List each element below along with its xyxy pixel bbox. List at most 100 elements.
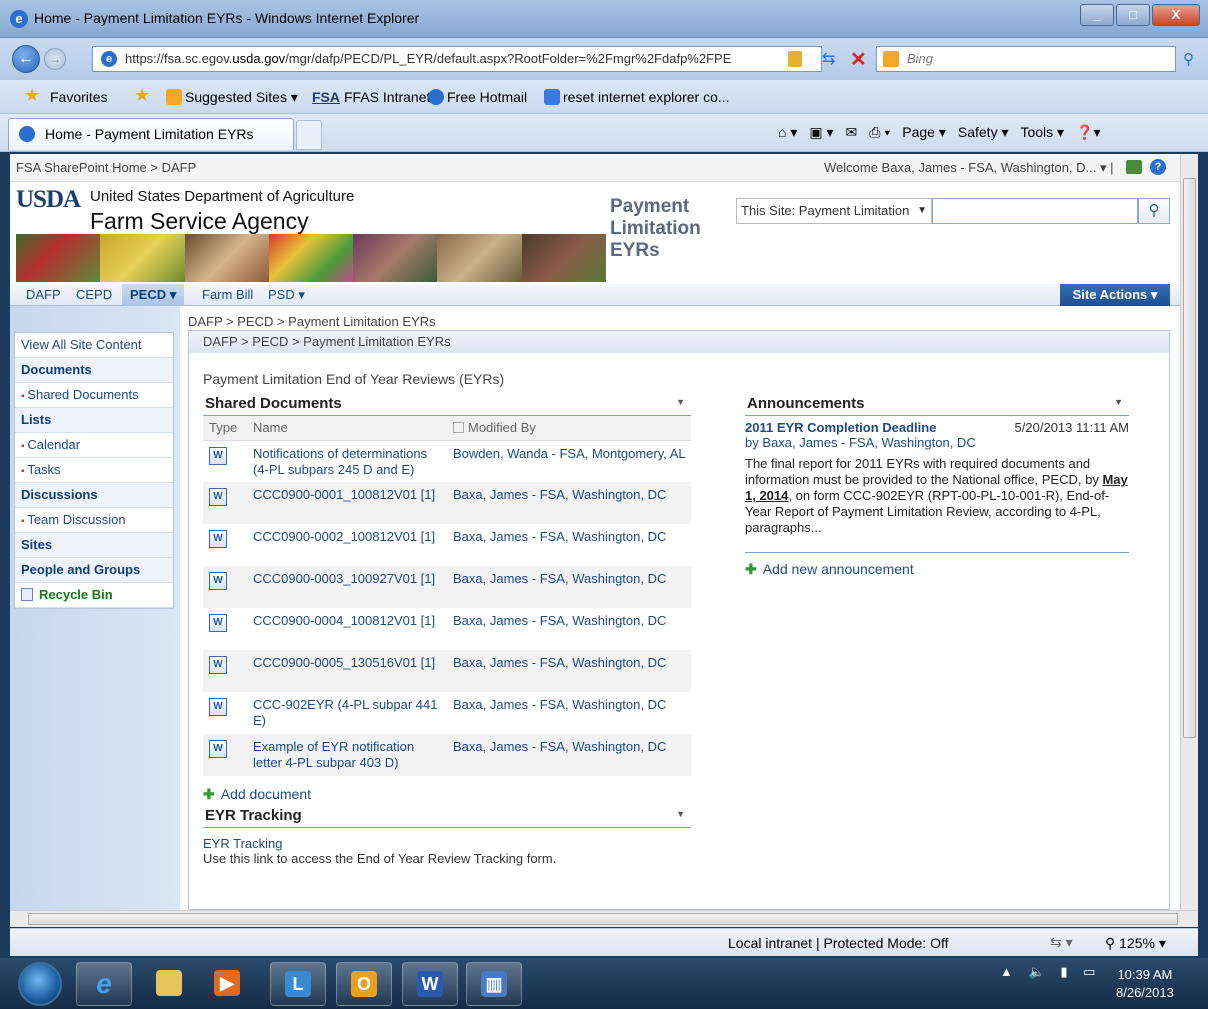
- doc-modified-by-link[interactable]: Baxa, James - FSA, Washington, DC: [447, 566, 691, 608]
- clock[interactable]: 10:39 AM 8/26/2013: [1116, 966, 1174, 1002]
- view-all-site-content-link[interactable]: View All Site Content: [15, 333, 173, 358]
- table-row[interactable]: W CCC-902EYR (4-PL subpar 441 E) Baxa, Jam…: [203, 692, 691, 734]
- safety-menu[interactable]: Safety ▾: [958, 124, 1009, 141]
- horizontal-scroll-thumb[interactable]: [28, 913, 1178, 925]
- power-icon[interactable]: ▮: [1060, 964, 1067, 979]
- site-search-input[interactable]: [932, 198, 1138, 224]
- ql-calendar-link[interactable]: Calendar: [15, 433, 173, 458]
- forward-button[interactable]: →: [44, 48, 66, 70]
- webpart-menu-icon[interactable]: ▼: [676, 397, 685, 407]
- webpart-menu-icon[interactable]: ▼: [676, 809, 685, 819]
- content-breadcrumb[interactable]: DAFP > PECD > Payment Limitation EYRs: [188, 314, 436, 329]
- doc-modified-by-link[interactable]: Baxa, James - FSA, Washington, DC: [447, 650, 691, 692]
- nav-farm-bill[interactable]: Farm Bill: [202, 287, 253, 302]
- search-icon[interactable]: ⚲: [1183, 50, 1194, 68]
- favorite-ffas-intranet[interactable]: FSA FFAS Intranet: [312, 89, 430, 105]
- doc-modified-by-link[interactable]: Baxa, James - FSA, Washington, DC: [447, 608, 691, 650]
- doc-name-link[interactable]: Example of EYR notification letter 4-PL …: [247, 734, 447, 776]
- tools-menu[interactable]: Tools ▾: [1020, 124, 1064, 141]
- doc-name-link[interactable]: CCC0900-0005_130516V01 [1]: [247, 650, 447, 692]
- announcement-author[interactable]: by Baxa, James - FSA, Washington, DC: [745, 435, 1129, 450]
- help-icon[interactable]: ?: [1150, 159, 1166, 175]
- doc-modified-by-link[interactable]: Baxa, James - FSA, Washington, DC: [447, 524, 691, 566]
- taskbar-media[interactable]: ▶: [200, 962, 256, 1006]
- word-document-icon[interactable]: W: [209, 740, 227, 758]
- doc-modified-by-link[interactable]: Bowden, Wanda - FSA, Montgomery, AL: [447, 440, 691, 482]
- col-name[interactable]: Name: [247, 416, 447, 441]
- doc-name-link[interactable]: Notifications of determinations (4-PL su…: [247, 440, 447, 482]
- doc-name-link[interactable]: CCC0900-0003_100927V01 [1]: [247, 566, 447, 608]
- ql-team-discussion-link[interactable]: Team Discussion: [15, 508, 173, 533]
- select-all-checkbox[interactable]: [453, 422, 464, 434]
- stop-icon[interactable]: ✕: [850, 47, 867, 72]
- browser-tab[interactable]: Home - Payment Limitation EYRs: [8, 118, 294, 150]
- table-row[interactable]: W CCC0900-0002_100812V01 [1] Baxa, James -…: [203, 524, 691, 566]
- mail-icon[interactable]: ✉: [846, 124, 858, 141]
- taskbar-app[interactable]: L: [270, 962, 326, 1006]
- url-input[interactable]: e https://fsa.sc.egov.usda.gov/mgr/dafp/…: [92, 46, 822, 72]
- welcome-menu[interactable]: Welcome Baxa, James - FSA, Washington, D…: [824, 160, 1114, 176]
- home-icon[interactable]: ⌂ ▾: [778, 124, 797, 141]
- shared-documents-title[interactable]: Shared Documents ▼: [203, 395, 691, 416]
- nav-cepd[interactable]: CEPD: [76, 287, 112, 302]
- favorite-free-hotmail[interactable]: Free Hotmail: [428, 89, 527, 105]
- word-document-icon[interactable]: W: [209, 530, 227, 548]
- ql-recycle-bin-link[interactable]: Recycle Bin: [15, 583, 173, 608]
- table-row[interactable]: W CCC0900-0005_130516V01 [1] Baxa, James -…: [203, 650, 691, 692]
- favorites-button[interactable]: Favorites: [50, 89, 108, 105]
- doc-name-link[interactable]: CCC0900-0001_100812V01 [1]: [247, 482, 447, 524]
- print-icon[interactable]: ⎙ ▾: [869, 124, 890, 141]
- horizontal-scrollbar[interactable]: [10, 910, 1198, 927]
- zoom-level[interactable]: ⚲ 125% ▾: [1105, 935, 1166, 952]
- show-hidden-icons[interactable]: ▲: [1000, 964, 1013, 979]
- ql-documents-heading[interactable]: Documents: [15, 358, 173, 383]
- col-type[interactable]: Type: [203, 416, 247, 441]
- nav-dafp[interactable]: DAFP: [26, 287, 61, 302]
- search-button[interactable]: ⚲: [1138, 198, 1170, 224]
- vertical-scroll-thumb[interactable]: [1183, 178, 1196, 738]
- page-breadcrumb[interactable]: DAFP > PECD > Payment Limitation EYRs: [189, 331, 1169, 353]
- network-icon[interactable]: ▭: [1083, 964, 1095, 979]
- global-breadcrumb[interactable]: FSA SharePoint Home > DAFP: [16, 160, 196, 175]
- taskbar-ie[interactable]: e: [76, 962, 132, 1006]
- table-row[interactable]: W CCC0900-0001_100812V01 [1] Baxa, James -…: [203, 482, 691, 524]
- col-modified-by[interactable]: Modified By: [447, 416, 691, 441]
- minimize-button[interactable]: _: [1080, 4, 1114, 26]
- start-button[interactable]: [18, 962, 62, 1006]
- taskbar-word[interactable]: W: [402, 962, 458, 1006]
- word-document-icon[interactable]: W: [209, 572, 227, 590]
- ql-people-groups-link[interactable]: People and Groups: [15, 558, 173, 583]
- announcements-title[interactable]: Announcements ▼: [745, 395, 1129, 416]
- refresh-icon[interactable]: ⇆: [822, 49, 835, 69]
- add-favorite-icon[interactable]: ★: [134, 85, 150, 106]
- word-document-icon[interactable]: W: [209, 698, 227, 716]
- lock-icon[interactable]: [788, 51, 802, 67]
- new-tab-button[interactable]: [296, 120, 322, 150]
- doc-name-link[interactable]: CCC0900-0002_100812V01 [1]: [247, 524, 447, 566]
- eyr-tracking-link[interactable]: EYR Tracking: [203, 836, 691, 851]
- privacy-icon[interactable]: ⇆ ▾: [1050, 934, 1073, 951]
- doc-name-link[interactable]: CCC0900-0004_100812V01 [1]: [247, 608, 447, 650]
- favorite-reset-ie[interactable]: reset internet explorer co...: [544, 89, 730, 105]
- site-title[interactable]: Payment Limitation EYRs: [610, 196, 720, 262]
- add-document-link[interactable]: ✚ Add document: [203, 786, 691, 803]
- ql-discussions-heading[interactable]: Discussions: [15, 483, 173, 508]
- table-row[interactable]: W CCC0900-0004_100812V01 [1] Baxa, James -…: [203, 608, 691, 650]
- word-document-icon[interactable]: W: [209, 488, 227, 506]
- nav-psd[interactable]: PSD ▾: [268, 287, 305, 303]
- add-announcement-link[interactable]: ✚ Add new announcement: [745, 552, 1129, 578]
- ql-sites-heading[interactable]: Sites: [15, 533, 173, 558]
- ql-tasks-link[interactable]: Tasks: [15, 458, 173, 483]
- back-button[interactable]: ←: [12, 45, 40, 73]
- doc-modified-by-link[interactable]: Baxa, James - FSA, Washington, DC: [447, 734, 691, 776]
- word-document-icon[interactable]: W: [209, 614, 227, 632]
- security-zone[interactable]: Local intranet | Protected Mode: Off: [728, 935, 949, 951]
- favorite-suggested-sites[interactable]: Suggested Sites ▾: [166, 89, 298, 106]
- volume-icon[interactable]: 🔈: [1029, 964, 1045, 979]
- close-button[interactable]: X: [1152, 4, 1200, 26]
- table-row[interactable]: W Notifications of determinations (4-PL s…: [203, 440, 691, 482]
- doc-name-link[interactable]: CCC-902EYR (4-PL subpar 441 E): [247, 692, 447, 734]
- word-document-icon[interactable]: W: [209, 446, 227, 465]
- site-actions-button[interactable]: Site Actions ▾: [1060, 284, 1170, 306]
- search-scope-select[interactable]: This Site: Payment Limitation ▼: [736, 198, 932, 224]
